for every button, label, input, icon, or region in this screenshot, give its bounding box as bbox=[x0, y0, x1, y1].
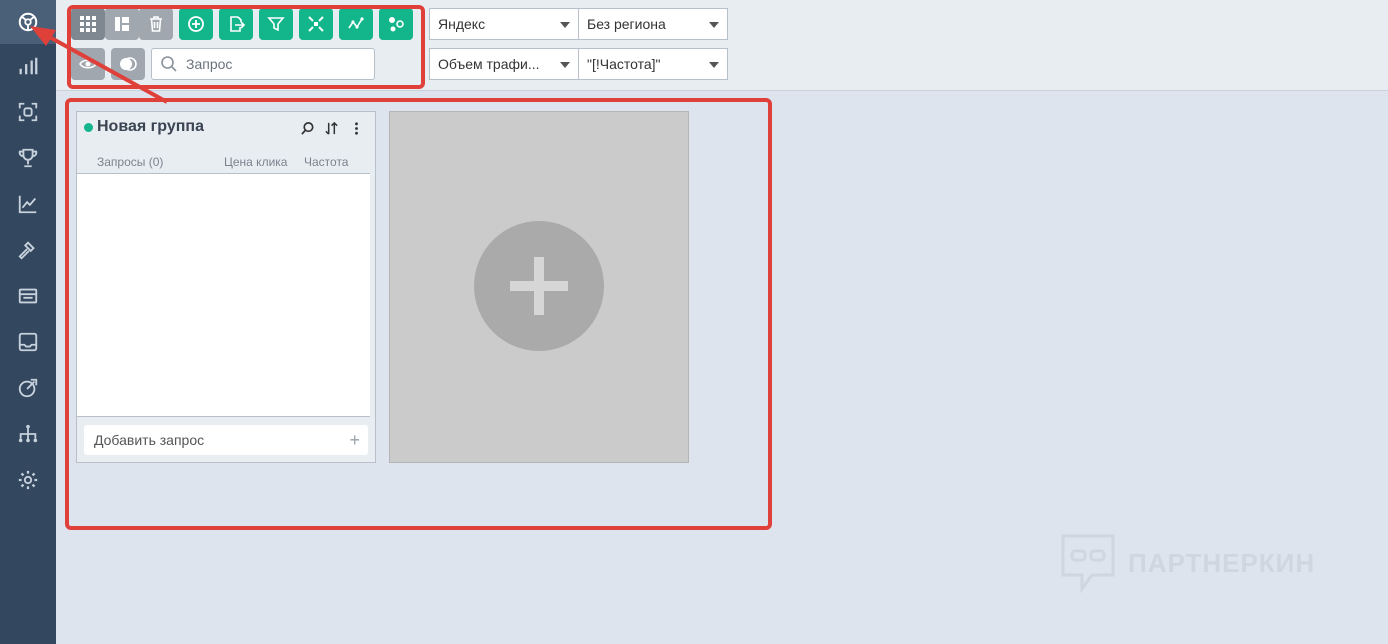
sidebar-item-inbox[interactable] bbox=[0, 320, 56, 364]
query-list bbox=[77, 173, 370, 417]
column-click-price[interactable]: Цена клика bbox=[224, 155, 287, 169]
graph-icon bbox=[348, 17, 364, 29]
sidebar-item-target[interactable] bbox=[0, 366, 56, 410]
trophy-icon bbox=[18, 148, 38, 168]
sidebar-item-tools[interactable] bbox=[0, 228, 56, 272]
cards-icon bbox=[18, 288, 38, 304]
sitemap-icon bbox=[18, 424, 38, 443]
chevron-down-icon bbox=[560, 62, 570, 68]
chevron-down-icon bbox=[560, 22, 570, 28]
add-group-placeholder[interactable] bbox=[389, 111, 689, 463]
collapse-icon bbox=[308, 16, 324, 32]
group-title[interactable]: Новая группа bbox=[97, 118, 204, 136]
hammer-icon bbox=[18, 241, 35, 260]
cluster-button[interactable] bbox=[379, 8, 413, 40]
watermark: ПАРТНЕРКИН bbox=[1060, 533, 1315, 593]
engine-select-value: Яндекс bbox=[438, 16, 486, 32]
plus-icon[interactable] bbox=[474, 221, 604, 351]
toolbar: Запрос Яндекс Без региона Объем трафи...… bbox=[56, 0, 1388, 91]
export-button[interactable] bbox=[219, 8, 253, 40]
group-search-button[interactable] bbox=[299, 120, 315, 136]
chevron-down-icon bbox=[709, 62, 719, 68]
add-query-input[interactable]: Добавить запрос + bbox=[84, 425, 368, 455]
more-vertical-icon bbox=[354, 121, 358, 135]
region-select-value: Без региона bbox=[587, 16, 666, 32]
region-select[interactable]: Без региона bbox=[578, 8, 728, 40]
gear-icon bbox=[18, 470, 38, 490]
chevron-down-icon bbox=[709, 22, 719, 28]
group-sort-button[interactable] bbox=[323, 120, 339, 136]
filter-button[interactable] bbox=[259, 8, 293, 40]
add-query-button[interactable]: + bbox=[349, 431, 360, 449]
cluster-icon bbox=[389, 17, 404, 32]
graph-button[interactable] bbox=[339, 8, 373, 40]
engine-select[interactable]: Яндекс bbox=[429, 8, 579, 40]
column-queries[interactable]: Запросы (0) bbox=[97, 155, 163, 169]
annotation-arrow bbox=[30, 26, 168, 104]
inbox-icon bbox=[18, 332, 38, 352]
metric-select-value: Объем трафи... bbox=[438, 56, 540, 72]
sort-icon bbox=[324, 121, 338, 135]
group-menu-button[interactable] bbox=[348, 120, 364, 136]
sidebar-item-settings[interactable] bbox=[0, 458, 56, 502]
filter-icon bbox=[267, 17, 285, 32]
search-icon bbox=[300, 121, 313, 135]
metric-select[interactable]: Объем трафи... bbox=[429, 48, 579, 80]
sidebar-item-trophy[interactable] bbox=[0, 136, 56, 180]
group-card: Новая группа Запросы (0) Цена клика Част… bbox=[76, 111, 376, 463]
frequency-select-value: "[!Частота]" bbox=[587, 56, 661, 72]
export-icon bbox=[230, 16, 245, 32]
sidebar-item-structure[interactable] bbox=[0, 412, 56, 456]
sidebar-item-cards[interactable] bbox=[0, 274, 56, 318]
collapse-button[interactable] bbox=[299, 8, 333, 40]
watermark-logo-icon bbox=[1061, 534, 1115, 593]
sidebar-item-trends[interactable] bbox=[0, 182, 56, 226]
frequency-select[interactable]: "[!Частота]" bbox=[578, 48, 728, 80]
pie-target-icon bbox=[18, 378, 38, 398]
scrollbar[interactable] bbox=[370, 173, 375, 417]
line-chart-icon bbox=[18, 195, 37, 214]
watermark-text: ПАРТНЕРКИН bbox=[1128, 547, 1316, 578]
status-dot bbox=[84, 123, 93, 132]
add-query-label: Добавить запрос bbox=[94, 432, 205, 448]
column-frequency[interactable]: Частота bbox=[304, 155, 348, 169]
